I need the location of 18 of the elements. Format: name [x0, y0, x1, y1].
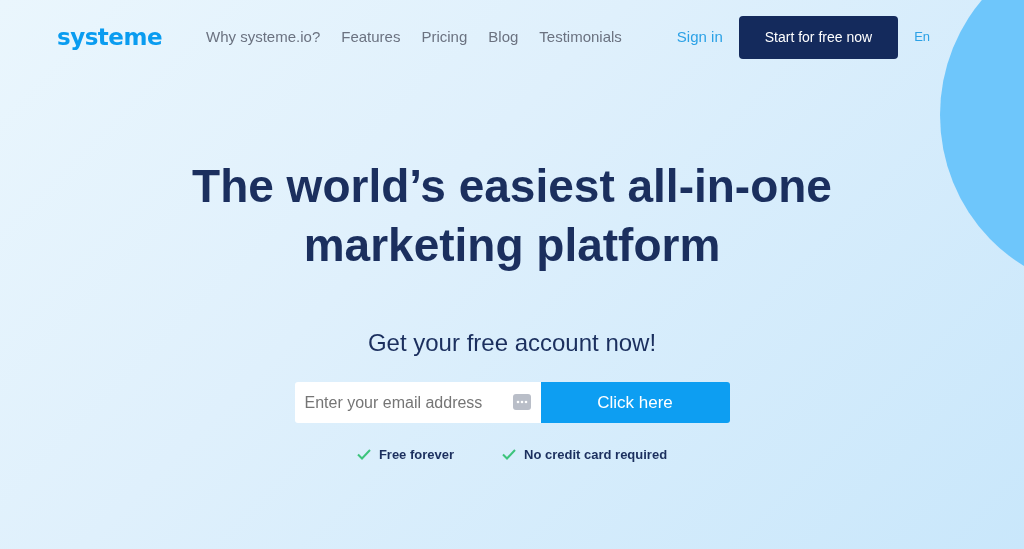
perk-text: Free forever: [378, 446, 455, 464]
headline: The world’s easiest all-in-one: [192, 159, 832, 214]
language-link[interactable]: En: [914, 27, 931, 47]
nav-link[interactable]: Blog: [488, 25, 519, 49]
email-field[interactable]: Enter your email address: [294, 382, 541, 423]
nav-link[interactable]: Features: [341, 25, 401, 49]
headline: marketing platform: [303, 218, 721, 273]
nav-link[interactable]: Testimonials: [539, 25, 622, 49]
sign-in-link[interactable]: Sign in: [676, 25, 723, 49]
logo[interactable]: systeme: [57, 19, 163, 55]
nav-link[interactable]: Why systeme.io?: [206, 25, 321, 49]
perk-text: No credit card required: [524, 446, 668, 464]
start-button[interactable]: Start for free now: [738, 15, 899, 59]
check-icon: [502, 449, 517, 461]
check-icon: [356, 449, 371, 461]
subtitle: Get your free account now!: [367, 328, 657, 358]
submit-button[interactable]: Click here: [540, 382, 730, 423]
nav-link[interactable]: Pricing: [421, 25, 468, 49]
